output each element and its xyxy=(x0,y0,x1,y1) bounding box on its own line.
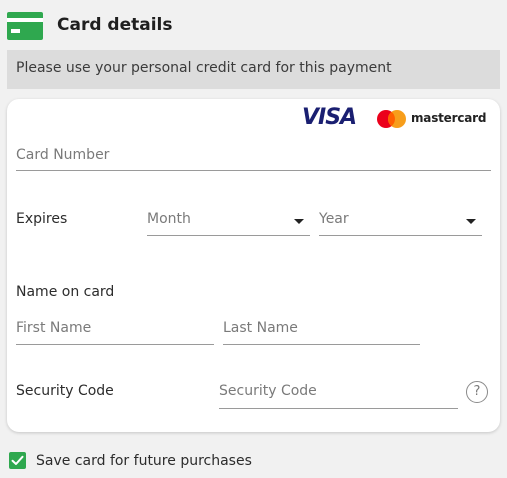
payment-notice-text: Please use your personal credit card for… xyxy=(16,60,392,76)
first-name-placeholder: First Name xyxy=(16,320,92,336)
mastercard-wordmark: mastercard xyxy=(411,111,487,125)
chevron-down-icon xyxy=(466,219,476,224)
name-on-card-label: Name on card xyxy=(16,284,115,300)
save-card-checkbox[interactable] xyxy=(9,452,26,469)
card-details-icon xyxy=(7,12,43,40)
chevron-down-icon xyxy=(294,219,304,224)
mastercard-circles-icon xyxy=(377,110,406,128)
save-card-label: Save card for future purchases xyxy=(36,453,252,469)
expiry-year-select[interactable]: Year xyxy=(319,211,482,236)
expiry-month-value: Month xyxy=(147,211,191,227)
card-form-panel: VISA mastercard Card Number Expires Mont… xyxy=(7,99,500,432)
payment-notice: Please use your personal credit card for… xyxy=(7,50,500,89)
first-name-input[interactable]: First Name xyxy=(16,320,214,345)
security-code-label: Security Code xyxy=(16,383,114,399)
security-code-input[interactable]: Security Code xyxy=(219,383,458,409)
security-code-placeholder: Security Code xyxy=(219,383,317,399)
mastercard-logo: mastercard xyxy=(376,109,491,129)
page-title: Card details xyxy=(57,15,173,35)
checkmark-icon xyxy=(11,455,24,465)
question-icon[interactable]: ? xyxy=(466,381,488,403)
visa-logo: VISA xyxy=(302,105,357,130)
expires-label: Expires xyxy=(16,211,68,227)
expiry-year-value: Year xyxy=(319,211,349,227)
expiry-month-select[interactable]: Month xyxy=(147,211,310,236)
last-name-placeholder: Last Name xyxy=(223,320,298,336)
last-name-input[interactable]: Last Name xyxy=(223,320,420,345)
card-number-input[interactable]: Card Number xyxy=(16,147,491,171)
card-number-placeholder: Card Number xyxy=(16,147,110,163)
